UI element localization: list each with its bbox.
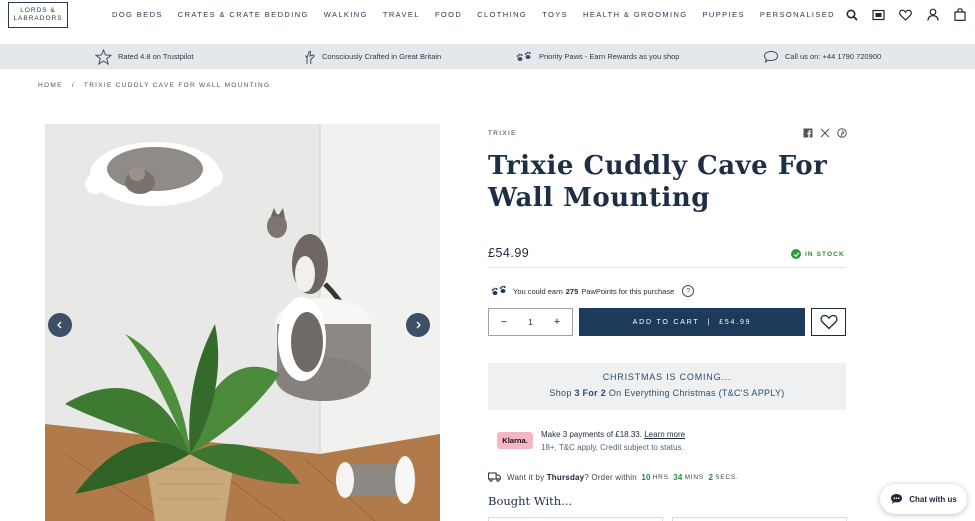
pawpoints-suffix: PawPoints for this purchase — [581, 286, 675, 296]
hand-icon — [305, 50, 315, 64]
bought-with-card[interactable] — [672, 517, 847, 521]
promo-sub-suffix: On Everything Christmas (T&C'S APPLY) — [608, 388, 785, 398]
delivery-hours: 10 — [641, 472, 651, 482]
logo-line-2: LABRADORS — [13, 15, 63, 22]
quantity-stepper: − + — [488, 308, 573, 336]
usp-crafted-text: Consciously Crafted in Great Britain — [322, 52, 442, 61]
breadcrumb-separator: / — [71, 82, 75, 89]
usp-rewards-text: Priority Paws - Earn Rewards as you shop — [539, 52, 680, 61]
product-title: Trixie Cuddly Cave For Wall Mounting — [488, 151, 828, 213]
heart-icon[interactable] — [898, 7, 913, 22]
christmas-promo-banner[interactable]: CHRISTMAS IS COMING... Shop 3 For 2 On E… — [488, 363, 846, 410]
site-header: LORDS & LABRADORS DOG BEDS CRATES & CRAT… — [0, 0, 975, 44]
nav-dog-beds[interactable]: DOG BEDS — [112, 10, 163, 19]
account-icon[interactable] — [925, 7, 940, 22]
nav-walking[interactable]: WALKING — [324, 10, 368, 19]
klarna-logo: Klarna. — [497, 432, 533, 449]
usp-trustpilot[interactable]: Rated 4.8 on Trustpilot — [95, 44, 193, 69]
search-icon[interactable] — [844, 7, 859, 22]
facebook-icon[interactable] — [802, 127, 813, 138]
gallery-next-button[interactable] — [406, 313, 430, 337]
delivery-hrs-label: HRS — [652, 473, 669, 481]
nav-travel[interactable]: TRAVEL — [383, 10, 420, 19]
breadcrumb-current: TRIXIE CUDDLY CAVE FOR WALL MOUNTING — [83, 82, 271, 89]
promo-sub-bold: 3 For 2 — [574, 388, 607, 398]
heart-icon — [820, 314, 837, 330]
gallery-prev-button[interactable] — [48, 313, 72, 337]
delivery-mid: ? Order within — [584, 472, 637, 482]
usp-call[interactable]: Call us on: +44 1790 720900 — [763, 44, 881, 69]
promo-sub-prefix: Shop — [549, 388, 572, 398]
breadcrumb-home[interactable]: HOME — [38, 82, 63, 89]
usp-trustpilot-text: Rated 4.8 on Trustpilot — [118, 52, 194, 61]
product-brand[interactable]: TRIXIE — [488, 130, 517, 137]
stock-label: IN STOCK — [805, 250, 845, 258]
nav-crates[interactable]: CRATES & CRATE BEDDING — [178, 10, 309, 19]
product-price: £54.99 — [488, 246, 530, 260]
paw-icon — [491, 285, 506, 295]
chat-label: Chat with us — [909, 494, 957, 504]
pawpoints-info: You could earn 275 PawPoints for this pu… — [491, 285, 695, 297]
promo-subtitle: Shop 3 For 2 On Everything Christmas (T&… — [488, 388, 846, 398]
delivery-mins: 34 — [673, 472, 683, 482]
header-actions — [844, 7, 967, 22]
check-icon — [791, 249, 801, 259]
nav-food[interactable]: FOOD — [435, 10, 462, 19]
pawpoints-value: 275 — [565, 286, 579, 296]
delivery-prefix: Want it by — [507, 472, 545, 482]
chevron-left-icon — [57, 321, 62, 329]
breadcrumb: HOME / TRIXIE CUDDLY CAVE FOR WALL MOUNT… — [38, 82, 270, 89]
delivery-countdown: Want it by Thursday ? Order within 10 HR… — [488, 472, 739, 482]
pinterest-icon[interactable] — [836, 127, 847, 138]
nav-personalised[interactable]: PERSONALISED — [760, 10, 835, 19]
nav-health-grooming[interactable]: HEALTH & GROOMING — [583, 10, 688, 19]
bought-with-heading: Bought With... — [488, 494, 573, 508]
quantity-increase-button[interactable]: + — [551, 316, 563, 328]
add-to-wishlist-button[interactable] — [811, 308, 846, 336]
bag-icon[interactable] — [952, 7, 967, 22]
klarna-line-2: 18+, T&C apply, Credit subject to status… — [541, 443, 684, 452]
main-nav: DOG BEDS CRATES & CRATE BEDDING WALKING … — [112, 10, 850, 19]
usp-bar: Rated 4.8 on Trustpilot Consciously Craf… — [0, 44, 975, 69]
truck-icon — [488, 472, 501, 482]
pawpoints-prefix: You could earn — [513, 286, 563, 296]
paw-icon — [516, 51, 531, 61]
usp-call-text: Call us on: +44 1790 720900 — [785, 52, 882, 61]
quantity-decrease-button[interactable]: − — [498, 316, 510, 328]
add-to-cart-label: ADD TO CART — [632, 318, 700, 326]
klarna-line-1: Make 3 payments of £18.33. — [541, 430, 642, 439]
stock-status: IN STOCK — [791, 249, 845, 259]
nav-clothing[interactable]: CLOTHING — [477, 10, 527, 19]
klarna-learn-more-link[interactable]: Learn more — [644, 430, 685, 439]
nav-toys[interactable]: TOYS — [542, 10, 568, 19]
chat-bubble-icon — [763, 50, 779, 63]
product-photo — [45, 124, 440, 521]
add-to-cart-price: £54.99 — [719, 318, 752, 326]
add-to-cart-button[interactable]: ADD TO CART | £54.99 — [579, 308, 805, 336]
x-twitter-icon[interactable] — [819, 127, 830, 138]
add-to-cart-separator: | — [707, 318, 712, 326]
promo-title: CHRISTMAS IS COMING... — [602, 372, 732, 382]
delivery-secs: 2 — [708, 472, 714, 482]
delivery-day: Thursday — [546, 472, 585, 482]
chat-with-us-button[interactable]: Chat with us — [880, 484, 967, 514]
delivery-secs-label: SECS. — [715, 473, 739, 481]
nav-puppies[interactable]: PUPPIES — [703, 10, 745, 19]
price-divider — [488, 267, 846, 268]
bought-with-card[interactable] — [488, 517, 663, 521]
share-links — [802, 127, 847, 138]
help-icon[interactable]: ? — [682, 285, 695, 297]
product-image-gallery[interactable] — [45, 124, 440, 521]
logo-line-1: LORDS & — [20, 7, 56, 14]
usp-crafted[interactable]: Consciously Crafted in Great Britain — [304, 44, 441, 69]
star-icon — [95, 48, 112, 65]
chat-icon — [891, 494, 903, 504]
quantity-input[interactable] — [518, 317, 543, 327]
site-logo[interactable]: LORDS & LABRADORS — [8, 2, 68, 28]
chevron-right-icon — [416, 321, 421, 329]
usp-rewards[interactable]: Priority Paws - Earn Rewards as you shop — [516, 44, 679, 69]
gift-card-icon[interactable] — [871, 7, 886, 22]
delivery-mins-label: MINS — [684, 473, 705, 481]
klarna-info: Make 3 payments of £18.33. Learn more 18… — [541, 428, 685, 454]
